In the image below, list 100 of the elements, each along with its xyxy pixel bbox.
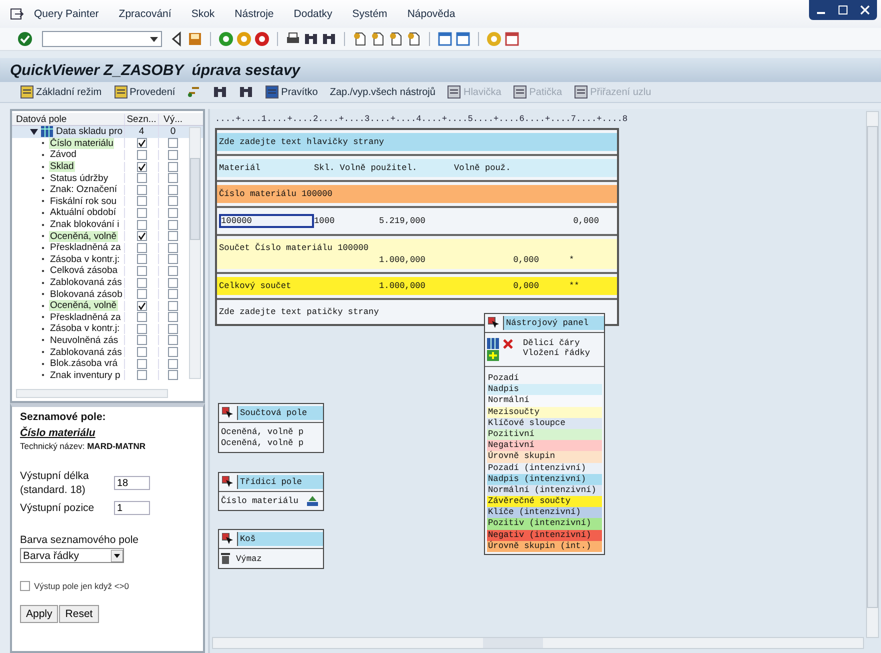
checkbox[interactable] [168,312,178,322]
tree-item[interactable]: Status údržby [49,172,110,184]
color-item[interactable]: Nadpis [487,384,602,396]
panel-item[interactable]: Oceněná, volně p [221,427,304,437]
checkbox[interactable] [136,184,146,195]
checkbox[interactable] [136,300,146,311]
color-item[interactable]: Závěrečné součty [487,496,602,508]
menu-item[interactable]: Zpracování [118,8,172,20]
color-item[interactable]: Mezisoučty [487,406,602,418]
enter-icon[interactable] [17,31,33,47]
insert-row-icon[interactable] [487,350,499,361]
column-header[interactable]: Sezn... [124,114,158,124]
checkbox[interactable] [136,162,146,172]
checkbox[interactable] [136,358,146,369]
tree-item[interactable]: Sklad [49,161,75,172]
tree-item[interactable]: Znak blokování i [49,219,120,230]
cursor-icon[interactable] [222,407,234,419]
menu-icon[interactable] [10,8,24,20]
checkbox[interactable] [136,208,146,218]
tool-item[interactable]: Vložení řádky [523,348,590,358]
tree-item[interactable]: Zásoba v kontr.j: [49,254,121,265]
columns-icon[interactable] [487,338,499,349]
report-row[interactable]: Materiál Skl. Volně použitel. Volně použ. [217,159,617,177]
tree-item[interactable]: Neuvolněná zás [49,334,120,346]
checkbox[interactable] [168,173,178,184]
menu-item[interactable]: Query Painter [34,8,99,20]
length-field[interactable]: 18 [114,476,150,490]
checkbox[interactable] [168,289,178,300]
color-item[interactable]: Pozitivní [487,428,602,440]
checkbox[interactable] [168,220,178,230]
report-row[interactable]: Zde zadejte text hlavičky strany [217,133,617,151]
form-button[interactable]: Apply [20,605,58,623]
menu-item[interactable]: Systém [352,8,388,20]
checkbox[interactable] [136,324,146,334]
expand-icon[interactable] [30,128,38,136]
menu-item[interactable]: Skok [191,8,215,20]
color-item[interactable]: Nadpis (intenzivní) [487,474,602,485]
report-row[interactable]: Číslo materiálu 100000 [217,185,617,203]
color-item[interactable]: Negativní [487,440,602,452]
checkbox[interactable] [168,162,178,172]
color-item[interactable]: Pozitiv (intenzivní) [487,518,602,530]
form-button[interactable]: Reset [59,605,99,623]
color-item[interactable]: Negativ (intenzivní) [487,530,602,541]
tool-item[interactable]: Dělicí čáry [523,338,590,348]
checkbox[interactable] [168,254,178,264]
tree-item[interactable]: Závod [49,149,78,160]
layout-icon[interactable] [504,31,520,47]
checkbox[interactable] [168,278,178,288]
panel-item[interactable]: Výmaz [236,554,262,564]
tree-item[interactable]: Celková zásoba [49,265,119,276]
panel-item[interactable]: Číslo materiálu [221,496,298,506]
checkbox[interactable] [168,231,178,242]
command-field[interactable] [42,31,162,47]
color-item[interactable]: Pozadí (intenzivní) [487,462,602,474]
cursor-icon[interactable] [222,533,234,545]
delete-icon[interactable] [503,339,513,349]
checkbox[interactable] [136,289,146,300]
tree-item[interactable]: Blok.zásoba vrá [49,358,119,370]
cursor-icon[interactable] [222,476,234,488]
color-item[interactable]: Úrovně skupin [487,451,602,462]
checkbox[interactable] [168,266,178,276]
color-item[interactable]: Klíčové sloupce [487,418,602,429]
checkbox[interactable] [168,300,178,311]
checkbox[interactable] [136,254,146,264]
checkbox[interactable] [20,581,30,591]
checkbox[interactable] [168,358,178,369]
tree-item[interactable]: Přeskladněná za [49,242,122,254]
report-row[interactable]: Součet Číslo materiálu 100000 1.000,000 0,000 * [217,239,617,269]
sort-icon[interactable] [307,496,318,506]
dropdown-icon[interactable] [111,550,123,562]
checkbox[interactable] [136,266,146,276]
menu-item[interactable]: Dodatky [294,8,332,20]
tree-item[interactable]: Přeskladněná za [49,312,122,323]
menu-item[interactable]: Nástroje [234,8,274,20]
checkbox[interactable] [168,196,178,206]
checkbox[interactable] [136,196,146,206]
checkbox[interactable] [168,184,178,195]
window-icon[interactable] [455,31,471,47]
tree-item[interactable]: Zásoba v kontr.j: [49,323,121,334]
tree-item[interactable]: Oceněná, volně [49,230,118,242]
tree-item[interactable]: Číslo materiálu [49,138,114,149]
column-header[interactable]: Datová pole [12,114,124,124]
position-field[interactable]: 1 [114,501,150,515]
scrollbar[interactable] [212,637,864,649]
cursor-icon[interactable] [488,317,500,329]
checkbox[interactable] [136,173,146,184]
checkbox[interactable] [168,324,178,334]
checkbox[interactable] [168,208,178,218]
checkbox[interactable] [136,138,146,148]
color-dropdown[interactable]: Barva řádky [20,548,124,563]
report-row[interactable]: Celkový součet 1.000,000 0,000 ** [217,277,617,295]
scrollbar[interactable] [866,111,879,638]
toolbar-button[interactable]: Provedení [110,84,180,100]
checkbox[interactable] [136,278,146,288]
scrollbar[interactable] [16,389,168,398]
color-item[interactable]: Normální (intenzivní) [487,484,602,496]
menu-item[interactable]: Nápověda [407,8,456,20]
tree-item[interactable]: Zablokovaná zás [49,277,123,288]
tree-item[interactable]: Data skladu pro [56,126,123,138]
checkbox[interactable] [168,150,178,160]
